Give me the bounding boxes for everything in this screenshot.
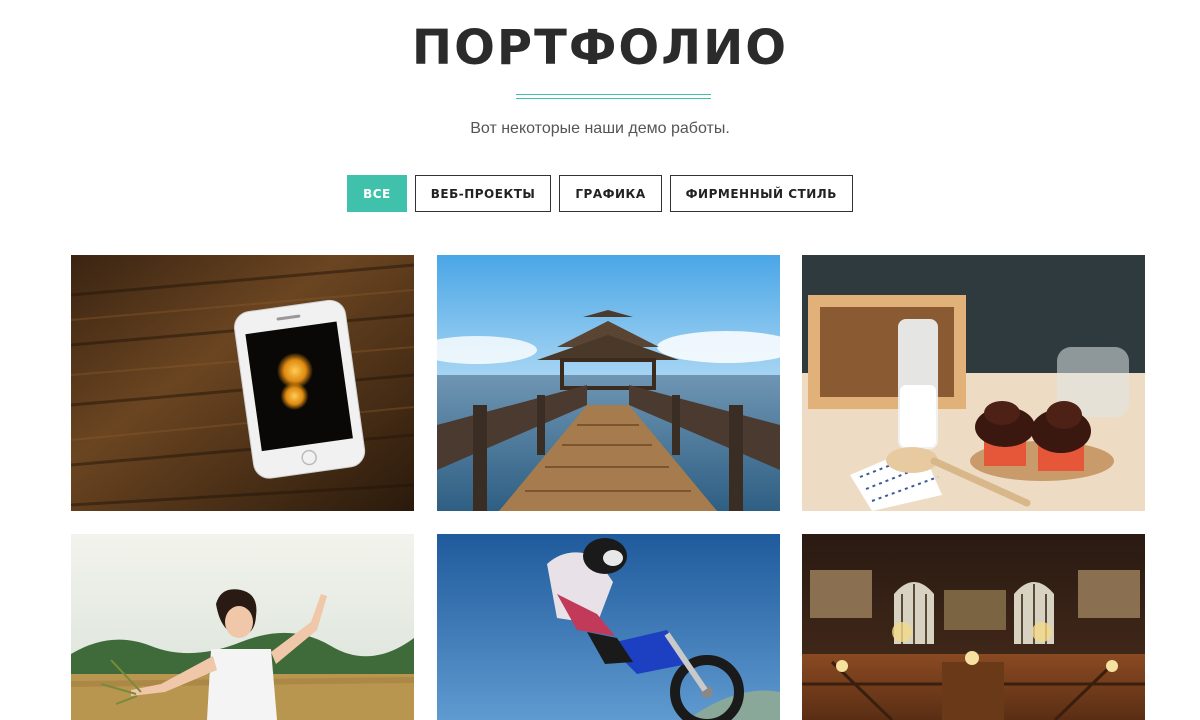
pier-image (437, 255, 780, 511)
woman-field-image (71, 534, 414, 720)
portfolio-item-smartphone[interactable] (71, 255, 414, 511)
portfolio-item-pier[interactable] (437, 255, 780, 511)
smartphone-image (71, 255, 414, 511)
section-subtitle: Вот некоторые наши демо работы. (470, 120, 730, 137)
filter-web-projects-button[interactable]: ВЕБ-ПРОЕКТЫ (414, 175, 552, 212)
filter-all-button[interactable]: ВСЕ (347, 175, 407, 212)
portfolio-item-motocross[interactable] (437, 534, 780, 720)
cupcakes-image (802, 255, 1145, 511)
title-divider (516, 98, 711, 99)
motocross-image (437, 534, 780, 720)
portfolio-item-library[interactable] (802, 534, 1145, 720)
title-divider (516, 94, 711, 95)
filter-brand-identity-button[interactable]: ФИРМЕННЫЙ СТИЛЬ (669, 175, 853, 212)
library-image (802, 534, 1145, 720)
portfolio-item-field[interactable] (71, 534, 414, 720)
portfolio-item-cupcakes[interactable] (802, 255, 1145, 511)
filter-graphics-button[interactable]: ГРАФИКА (559, 175, 662, 212)
portfolio-filters: ВСЕ ВЕБ-ПРОЕКТЫ ГРАФИКА ФИРМЕННЫЙ СТИЛЬ (0, 175, 1200, 212)
section-title: ПОРТФОЛИО (411, 20, 789, 76)
